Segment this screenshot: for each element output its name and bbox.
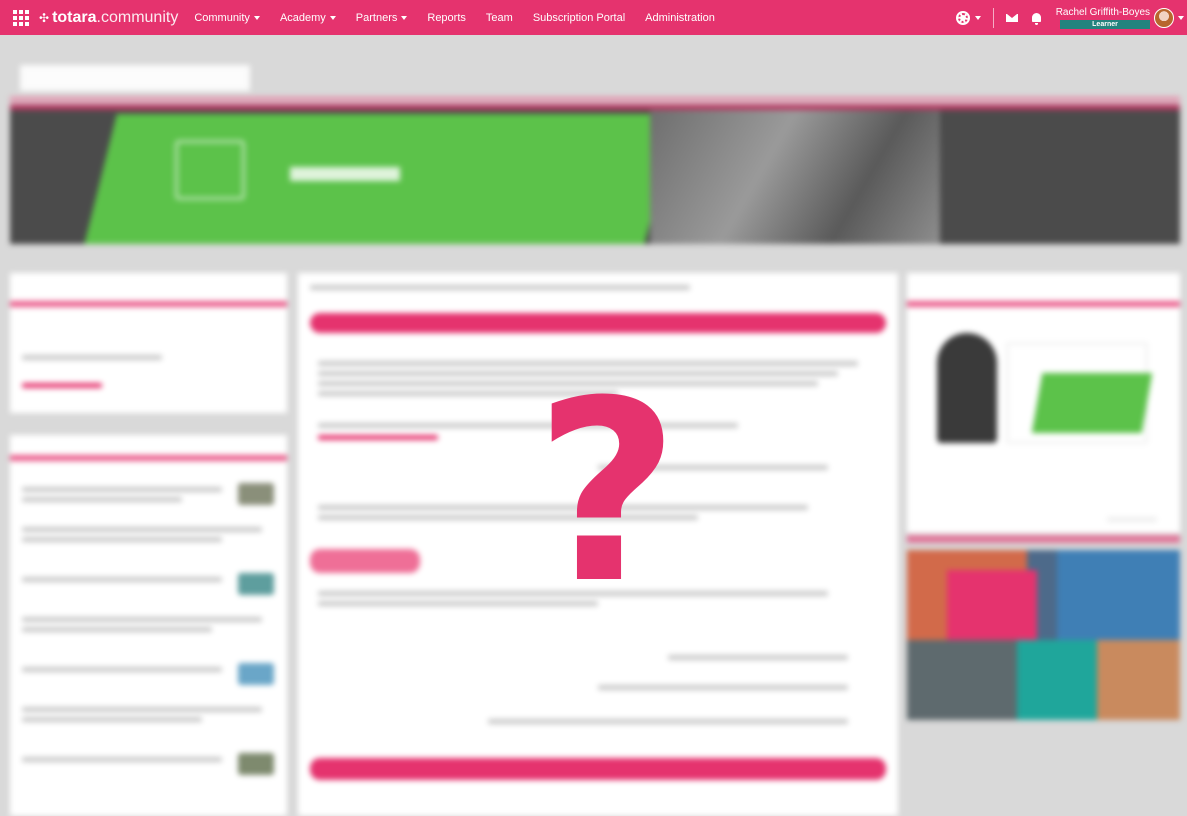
chevron-down-icon[interactable]: [1178, 15, 1184, 20]
nav-item-label: Administration: [645, 11, 715, 24]
blurred-image-collage: [907, 550, 1180, 720]
question-mark-overlay: ?: [534, 347, 680, 638]
nav-item-reports[interactable]: Reports: [427, 12, 466, 24]
chevron-down-icon: [329, 15, 336, 20]
app-grid-icon[interactable]: [13, 9, 29, 26]
blurred-hero-text: [290, 167, 400, 181]
blurred-right-panel: [907, 273, 1180, 533]
nav-item-academy[interactable]: Academy: [280, 12, 336, 24]
nav-item-label: Reports: [427, 11, 466, 24]
user-tools: Rachel Griffith-Boyes Learner: [955, 0, 1187, 35]
blurred-header-logo: [20, 65, 250, 91]
top-navigation-bar: ✣ totara .community Community Academy Pa…: [0, 0, 1187, 35]
chevron-down-icon: [253, 15, 260, 20]
bell-icon[interactable]: [1031, 13, 1041, 25]
blurred-left-panel: [10, 273, 287, 413]
nav-item-label: Academy: [279, 11, 326, 24]
chevron-down-icon[interactable]: [974, 15, 981, 20]
nav-item-partners[interactable]: Partners: [356, 12, 408, 24]
user-name: Rachel Griffith-Boyes: [1055, 6, 1150, 18]
gear-icon[interactable]: [955, 10, 970, 25]
main-nav: Community Academy Partners Reports Team …: [194, 12, 735, 24]
chevron-down-icon: [401, 15, 408, 20]
divider: [992, 7, 994, 28]
nav-item-subscription-portal[interactable]: Subscription Portal: [533, 12, 625, 24]
blurred-right-divider: [907, 535, 1180, 543]
nav-item-team[interactable]: Team: [486, 12, 513, 24]
role-badge: Learner: [1060, 19, 1150, 29]
nav-item-administration[interactable]: Administration: [645, 12, 715, 24]
avatar[interactable]: [1154, 7, 1174, 28]
nav-item-label: Team: [485, 11, 513, 24]
user-menu[interactable]: Rachel Griffith-Boyes Learner: [1056, 7, 1150, 29]
blurred-header-line: [10, 97, 1180, 101]
nav-item-label: Community: [194, 11, 250, 24]
site-logo[interactable]: ✣ totara .community: [39, 9, 178, 27]
logo-text-bold: totara: [52, 8, 97, 26]
cart-icon: [175, 140, 245, 200]
blurred-left-list: [10, 435, 287, 816]
totara-leaf-icon: ✣: [39, 10, 49, 25]
logo-text-light: .community: [96, 8, 179, 26]
nav-item-label: Subscription Portal: [532, 11, 626, 24]
nav-item-community[interactable]: Community: [194, 12, 260, 24]
nav-item-label: Partners: [355, 11, 398, 24]
mail-icon[interactable]: [1005, 13, 1018, 22]
